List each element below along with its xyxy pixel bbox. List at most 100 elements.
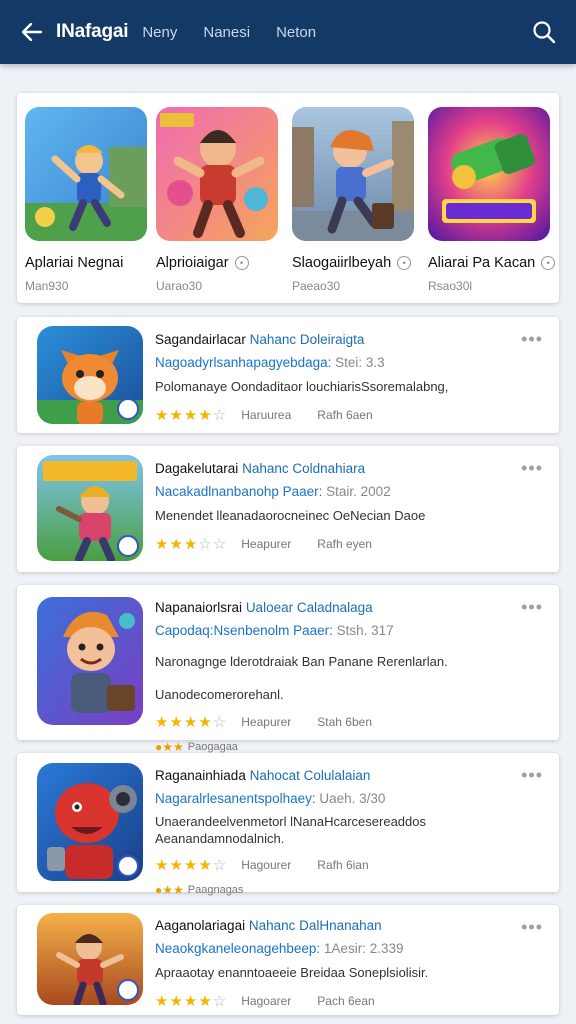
red-robot-icon bbox=[37, 763, 143, 881]
app-subtitle: Nacakadlnanbanohp Paaer: Stair. 2002 bbox=[155, 484, 539, 499]
tab-1[interactable]: Neny bbox=[142, 24, 177, 41]
app-version: 1Aesir: 2.339 bbox=[323, 941, 404, 956]
info-badge-icon: • bbox=[234, 256, 249, 270]
tab-bar: Neny Nanesi Neton bbox=[142, 24, 342, 41]
rating-row: ★★★★☆ Heapurer Stah 6ben bbox=[155, 713, 539, 731]
info-badge-icon: • bbox=[397, 256, 412, 270]
tag-row: ●★★ Paogagaa bbox=[155, 740, 539, 754]
rating-extra: Rafh 6aen bbox=[317, 408, 373, 422]
app-subtitle: Capodaq:Nsenbenolm Paaer: Stsh. 317 bbox=[155, 623, 539, 638]
featured-name: Alprioiaigar bbox=[156, 255, 229, 271]
tag-label: Paogagaa bbox=[187, 741, 238, 753]
app-details: Napanaiorlsrai Ualoear Caladnalaga Capod… bbox=[155, 600, 539, 754]
app-details: Raganainhiada Nahocat Colulalaian Nagara… bbox=[155, 768, 539, 897]
featured-item[interactable]: Aplariai Negnai Man930 bbox=[25, 107, 147, 293]
app-list-item[interactable]: Raganainhiada Nahocat Colulalaian Nagara… bbox=[17, 753, 559, 897]
app-version: Stei: 3.3 bbox=[335, 355, 385, 370]
app-developer: Nahocat Colulalaian bbox=[249, 768, 371, 783]
app-category: Capodaq:Nsenbenolm Paaer: bbox=[155, 623, 333, 638]
app-category: Nagaralrlesanentspolhaey: bbox=[155, 791, 316, 806]
more-options-button[interactable]: ••• bbox=[521, 597, 543, 618]
rating-label: Heapurer bbox=[241, 715, 292, 729]
app-list-item[interactable]: Napanaiorlsrai Ualoear Caladnalaga Capod… bbox=[17, 585, 559, 754]
rating-row: ★★★★☆ Hagoarer Pach 6ean bbox=[155, 992, 539, 1010]
rating-label: Haruurea bbox=[241, 408, 292, 422]
app-developer: Nahanc Doleiraigta bbox=[249, 332, 365, 347]
blond-warrior-icon bbox=[37, 597, 143, 725]
featured-name: Slaogaiirlbeyah bbox=[292, 255, 392, 271]
app-bar: INafagai Neny Nanesi Neton bbox=[0, 0, 576, 64]
app-category: Nacakadlnanbanohp Paaer: bbox=[155, 484, 323, 499]
app-list-item[interactable]: Sagandairlacar Nahanc Doleiraigta Nagoad… bbox=[17, 317, 559, 433]
app-category: Neaokgkaneleonagehbeep: bbox=[155, 941, 321, 956]
app-name: Raganainhiada bbox=[155, 768, 246, 783]
rating-label: Hagourer bbox=[241, 858, 292, 872]
app-details: Dagakelutarai Nahanc Coldnahiara Nacakad… bbox=[155, 461, 539, 553]
app-subtitle: Neaokgkaneleonagehbeep: 1Aesir: 2.339 bbox=[155, 941, 539, 956]
featured-item[interactable]: Slaogaiirlbeyah • Paeao30 bbox=[292, 107, 414, 293]
app-name: Dagakelutarai bbox=[155, 461, 239, 476]
adventurer-kid-icon bbox=[37, 913, 143, 1005]
featured-item[interactable]: Aliarai Pa Kacan • Rsao30l bbox=[428, 107, 556, 293]
app-version: Uaeh. 3/30 bbox=[319, 791, 386, 806]
app-name: Aaganolariagai bbox=[155, 918, 246, 933]
app-developer: Nahanc Coldnahiara bbox=[242, 461, 366, 476]
app-version: Stsh. 317 bbox=[336, 623, 394, 638]
tab-2[interactable]: Nanesi bbox=[203, 24, 250, 41]
rating-row: ★★★★☆ Haruurea Rafh 6aen bbox=[155, 406, 539, 424]
app-title: Aaganolariagai Nahanc DalHnanahan bbox=[155, 918, 539, 933]
app-name: Napanaiorlsrai bbox=[155, 600, 243, 615]
featured-item[interactable]: Alprioiaigar • Uarao30 bbox=[156, 107, 278, 293]
app-description: Naronagnge lderotdraiak Ban Panane Reren… bbox=[155, 654, 448, 702]
action-hero-icon bbox=[156, 107, 278, 241]
award-icon: ●★★ bbox=[155, 740, 184, 754]
rating-label: Hagoarer bbox=[241, 994, 292, 1008]
app-list-item[interactable]: Aaganolariagai Nahanc DalHnanahan Neaokg… bbox=[17, 905, 559, 1015]
star-rating: ★★★★☆ bbox=[155, 857, 228, 874]
app-version: Stair. 2002 bbox=[326, 484, 391, 499]
app-title: INafagai bbox=[56, 21, 129, 42]
app-title: Napanaiorlsrai Ualoear Caladnalaga bbox=[155, 600, 539, 615]
badge-icon bbox=[117, 979, 139, 1001]
featured-name: Aliarai Pa Kacan bbox=[428, 255, 536, 271]
app-description: Apraaotay enanntoaeeie Breidaa Soneplsio… bbox=[155, 965, 429, 980]
search-icon bbox=[533, 21, 556, 44]
app-developer: Nahanc DalHnanahan bbox=[248, 918, 382, 933]
more-options-button[interactable]: ••• bbox=[521, 329, 543, 350]
runner-boy-icon bbox=[292, 107, 414, 241]
app-title: Raganainhiada Nahocat Colulalaian bbox=[155, 768, 539, 783]
badge-icon bbox=[117, 535, 139, 557]
app-description: Menendet lleanadaorocneinec OeNecian Dao… bbox=[155, 508, 426, 523]
rating-row: ★★★★☆ Hagourer Rafh 6ian bbox=[155, 856, 539, 874]
more-options-button[interactable]: ••• bbox=[521, 917, 543, 938]
star-rating: ★★★☆☆ bbox=[155, 536, 228, 553]
tab-3[interactable]: Neton bbox=[276, 24, 316, 41]
more-options-button[interactable]: ••• bbox=[521, 765, 543, 786]
app-description: Polomanaye Oondaditaor louchiarisSsorema… bbox=[155, 379, 449, 394]
app-developer: Ualoear Caladnalaga bbox=[245, 600, 373, 615]
featured-name: Aplariai Negnai bbox=[25, 255, 124, 271]
rating-extra: Rafh eyen bbox=[317, 537, 372, 551]
fox-character-icon bbox=[37, 326, 143, 424]
star-rating: ★★★★☆ bbox=[155, 407, 228, 424]
back-arrow-icon bbox=[22, 23, 42, 41]
badge-icon bbox=[117, 398, 139, 420]
more-options-button[interactable]: ••• bbox=[521, 458, 543, 479]
search-button[interactable] bbox=[530, 18, 558, 46]
back-button[interactable] bbox=[8, 0, 56, 64]
rating-label: Heapurer bbox=[241, 537, 292, 551]
info-badge-icon: • bbox=[541, 256, 556, 270]
app-category: Nagoadyrlsanhapagyebdaga: bbox=[155, 355, 332, 370]
tag-row: ●★★ Paagnagas bbox=[155, 883, 539, 897]
app-subtitle: Nagoadyrlsanhapagyebdaga: Stei: 3.3 bbox=[155, 355, 539, 370]
star-rating: ★★★★☆ bbox=[155, 993, 228, 1010]
app-description: Unaerandeelvenmetorl lNanaHcarcesereaddo… bbox=[155, 814, 426, 846]
featured-sub: Uarao30 bbox=[156, 279, 203, 293]
tag-label: Paagnagas bbox=[187, 884, 244, 896]
app-list-item[interactable]: Dagakelutarai Nahanc Coldnahiara Nacakad… bbox=[17, 446, 559, 572]
blaster-game-icon bbox=[428, 107, 550, 241]
star-rating: ★★★★☆ bbox=[155, 714, 228, 731]
featured-card: Aplariai Negnai Man930 Alprioiaigar • Ua… bbox=[17, 93, 559, 303]
rating-extra: Rafh 6ian bbox=[317, 858, 369, 872]
app-name: Sagandairlacar bbox=[155, 332, 246, 347]
